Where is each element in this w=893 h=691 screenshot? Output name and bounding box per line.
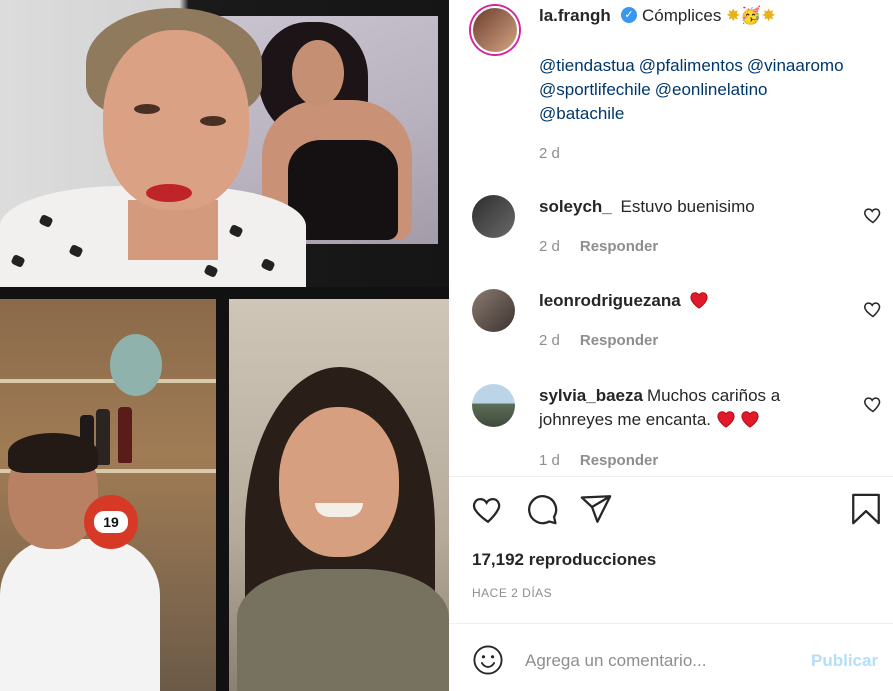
post-actions [449,492,893,532]
comment-body: soleych_ Estuvo buenisimo [539,195,849,219]
comment-body: leonrodriguezana [539,289,849,313]
red-heart-icon [690,292,709,309]
comment-composer: Publicar [449,624,893,691]
publish-button[interactable]: Publicar [811,651,878,671]
like-comment-heart-icon[interactable] [863,205,883,225]
caption-mentions: @tiendastua @pfalimentos @vinaaromo @sport… [539,54,889,126]
post-sidebar: la.frangh ✓ Cómplices ✸🥳✸ @tiendastua @pf… [449,0,893,691]
toy-number: 19 [94,511,128,533]
comment-bubble-icon[interactable] [525,492,559,526]
mention-link[interactable]: @eonlinelatino [655,80,768,99]
commenter-username[interactable]: sylvia_baeza [539,386,643,405]
vase [110,334,162,396]
post-media[interactable]: 19 [0,0,449,691]
live-video-tile-host [0,0,449,287]
save-bookmark-icon[interactable] [849,492,883,526]
reply-button[interactable]: Responder [580,332,658,349]
comment-text: Estuvo buenisimo [620,197,755,216]
mention-link[interactable]: @sportlifechile [539,80,651,99]
caption-timestamp[interactable]: 2 d [539,145,560,162]
comment-item: sylvia_baeza Muchos cariños a johnreyes m… [449,384,893,480]
mention-link[interactable]: @vinaaromo [747,56,844,75]
divider [449,476,893,477]
mention-link[interactable]: @pfalimentos [639,56,743,75]
author-avatar[interactable] [471,6,519,54]
emoji-picker-icon[interactable] [472,644,504,676]
comment-item: soleych_ Estuvo buenisimo 2 d Responder [449,195,893,291]
comment-meta: 2 d Responder [539,238,658,255]
caption-emoji: ✸🥳✸ [726,6,776,25]
commenter-avatar[interactable] [472,384,515,427]
verified-badge-icon: ✓ [621,7,637,23]
author-username[interactable]: la.frangh [539,6,611,26]
commenter-username[interactable]: soleych_ [539,197,612,216]
like-comment-heart-icon[interactable] [863,394,883,414]
comment-time[interactable]: 2 d [539,238,560,255]
mention-link[interactable]: @batachile [539,104,624,123]
like-heart-icon[interactable] [471,492,505,526]
mention-link[interactable]: @tiendastua [539,56,635,75]
red-heart-icon [717,411,735,428]
commenter-username[interactable]: leonrodriguezana [539,291,681,310]
comment-time[interactable]: 1 d [539,452,560,469]
live-video-tile-guest-1: 19 [0,299,216,691]
live-video-tile-guest-2 [229,299,449,691]
red-heart-icon [741,411,760,428]
comment-time[interactable]: 2 d [539,332,560,349]
commenter-avatar[interactable] [472,195,515,238]
caption-text: Cómplices ✸🥳✸ [642,6,776,25]
reply-button[interactable]: Responder [580,452,658,469]
share-paper-plane-icon[interactable] [579,492,613,526]
post-date[interactable]: HACE 2 DÍAS [472,586,552,600]
comment-item: leonrodriguezana 2 d Responder [449,289,893,385]
comment-body: sylvia_baeza Muchos cariños a johnreyes m… [539,384,849,432]
comment-meta: 2 d Responder [539,332,658,349]
comment-meta: 1 d Responder [539,452,658,469]
commenter-avatar[interactable] [472,289,515,332]
comment-input[interactable] [525,646,775,676]
reply-button[interactable]: Responder [580,238,658,255]
guest-2-face [279,407,399,557]
like-comment-heart-icon[interactable] [863,299,883,319]
view-count[interactable]: 17,192 reproducciones [472,550,656,570]
post-caption: la.frangh ✓ Cómplices ✸🥳✸ @tiendastua @pf… [449,0,893,196]
host-face [103,30,249,210]
